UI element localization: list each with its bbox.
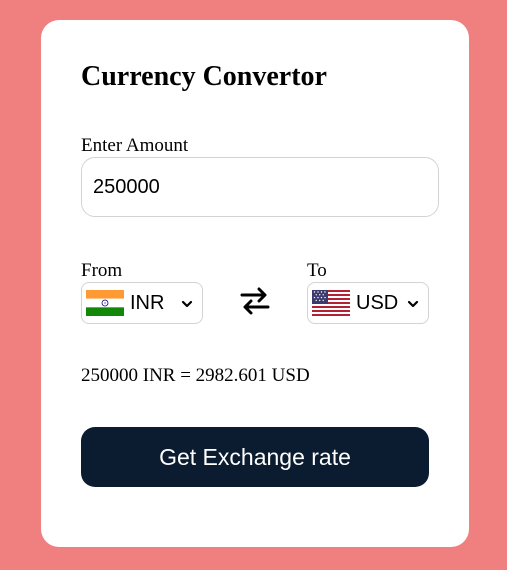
amount-label: Enter Amount bbox=[81, 135, 189, 156]
swap-arrows-icon[interactable] bbox=[238, 284, 272, 318]
get-exchange-rate-button[interactable]: Get Exchange rate bbox=[81, 427, 429, 487]
from-currency-select[interactable]: INR bbox=[81, 282, 203, 324]
chevron-down-icon bbox=[407, 300, 419, 308]
from-label: From bbox=[81, 260, 123, 281]
to-label: To bbox=[307, 260, 327, 281]
converter-card: Currency Convertor Enter Amount From INR… bbox=[41, 20, 469, 547]
india-flag-icon bbox=[86, 290, 124, 316]
amount-input[interactable] bbox=[81, 157, 439, 217]
page-title: Currency Convertor bbox=[81, 61, 327, 92]
to-currency-code: USD bbox=[356, 292, 399, 314]
from-currency-code: INR bbox=[130, 292, 165, 314]
conversion-result: 250000 INR = 2982.601 USD bbox=[81, 365, 310, 386]
chevron-down-icon bbox=[181, 300, 193, 308]
to-currency-select[interactable]: USD bbox=[307, 282, 429, 324]
usa-flag-icon bbox=[312, 290, 350, 316]
